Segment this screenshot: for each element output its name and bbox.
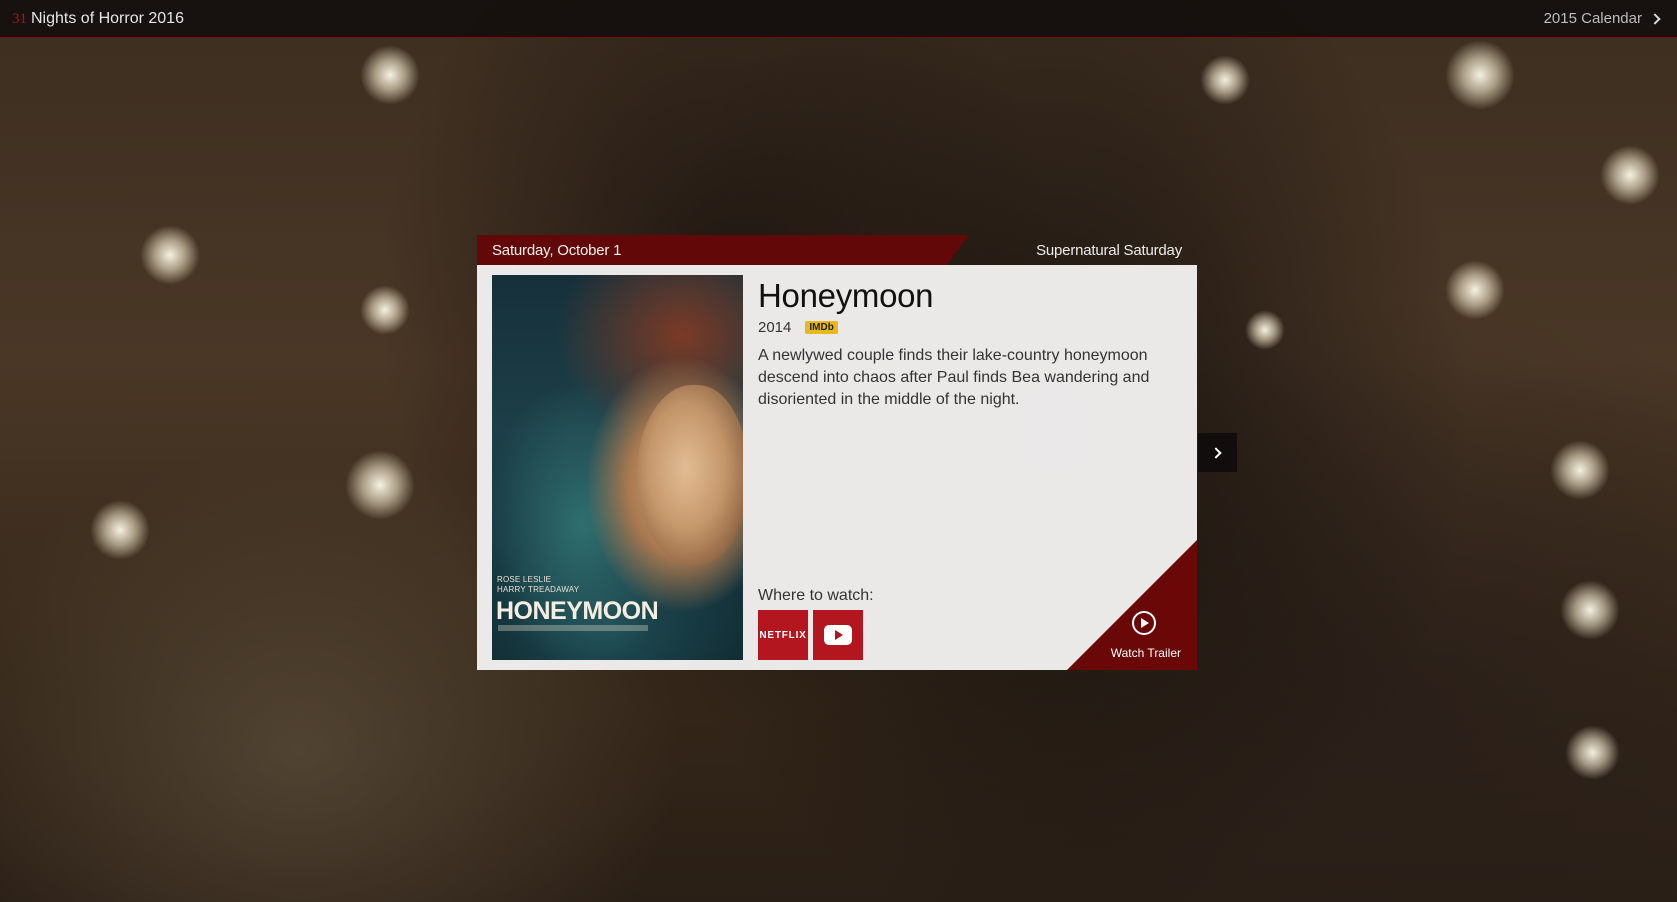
poster-cast: ROSE LESLIE HARRY TREADAWAY	[497, 575, 579, 595]
brand-title: Nights of Horror 2016	[31, 9, 184, 27]
calendar-link-label: 2015 Calendar	[1543, 10, 1642, 27]
streaming-services: NETFLIX	[758, 610, 863, 660]
day-theme: Supernatural Saturday	[1036, 241, 1182, 259]
brand-number: 31	[12, 10, 27, 27]
watch-trailer-label: Watch Trailer	[1110, 646, 1181, 660]
background-light	[360, 45, 420, 105]
chevron-right-icon	[1210, 446, 1222, 459]
where-to-watch-label: Where to watch:	[758, 587, 874, 604]
background-light	[1565, 725, 1620, 780]
background-light	[1445, 40, 1515, 110]
movie-title: Honeymoon	[758, 277, 934, 314]
movie-card: Saturday, October 1 Supernatural Saturda…	[477, 235, 1197, 670]
calendar-2015-link[interactable]: 2015 Calendar	[1543, 10, 1661, 27]
youtube-play-icon	[824, 625, 852, 645]
poster-cast-line: ROSE LESLIE	[497, 575, 552, 584]
netflix-button[interactable]: NETFLIX	[758, 610, 808, 660]
poster-face-artwork	[637, 385, 743, 565]
poster-title: HONEYMOON	[496, 597, 659, 625]
background-light	[1200, 55, 1250, 105]
background-light	[360, 285, 410, 335]
background-light	[1560, 580, 1620, 640]
background-light	[90, 500, 150, 560]
movie-date: Saturday, October 1	[492, 241, 622, 259]
background-light	[1445, 260, 1505, 320]
netflix-logo: NETFLIX	[759, 629, 807, 641]
watch-trailer-button[interactable]: Watch Trailer	[1067, 540, 1197, 670]
imdb-link-icon[interactable]: IMDb	[805, 321, 838, 334]
poster-fine-print	[498, 625, 648, 631]
background-light	[140, 225, 200, 285]
movie-description: A newlywed couple finds their lake-count…	[758, 347, 1150, 408]
movie-meta: 2014 IMDb	[758, 319, 1178, 336]
movie-info: Honeymoon 2014 IMDb A newlywed couple fi…	[758, 277, 1178, 411]
chevron-right-icon	[1649, 12, 1661, 25]
top-navigation-bar: 31 Nights of Horror 2016 2015 Calendar	[0, 0, 1677, 38]
background-light	[1245, 310, 1285, 350]
site-brand[interactable]: 31 Nights of Horror 2016	[12, 10, 184, 28]
movie-year: 2014	[758, 319, 792, 336]
play-circle-icon	[1132, 611, 1156, 635]
play-triangle	[1141, 618, 1149, 628]
next-movie-button[interactable]	[1198, 433, 1237, 472]
movie-poster: ROSE LESLIE HARRY TREADAWAY HONEYMOON	[492, 275, 743, 660]
background-light	[1550, 440, 1610, 500]
youtube-triangle	[835, 630, 843, 640]
youtube-button[interactable]	[813, 610, 863, 660]
background-light	[1600, 145, 1660, 205]
poster-cast-line: HARRY TREADAWAY	[497, 585, 580, 594]
card-body: ROSE LESLIE HARRY TREADAWAY HONEYMOON Ho…	[477, 265, 1197, 670]
date-banner: Saturday, October 1	[477, 235, 969, 265]
background-light	[345, 450, 415, 520]
card-header: Saturday, October 1 Supernatural Saturda…	[477, 235, 1197, 265]
